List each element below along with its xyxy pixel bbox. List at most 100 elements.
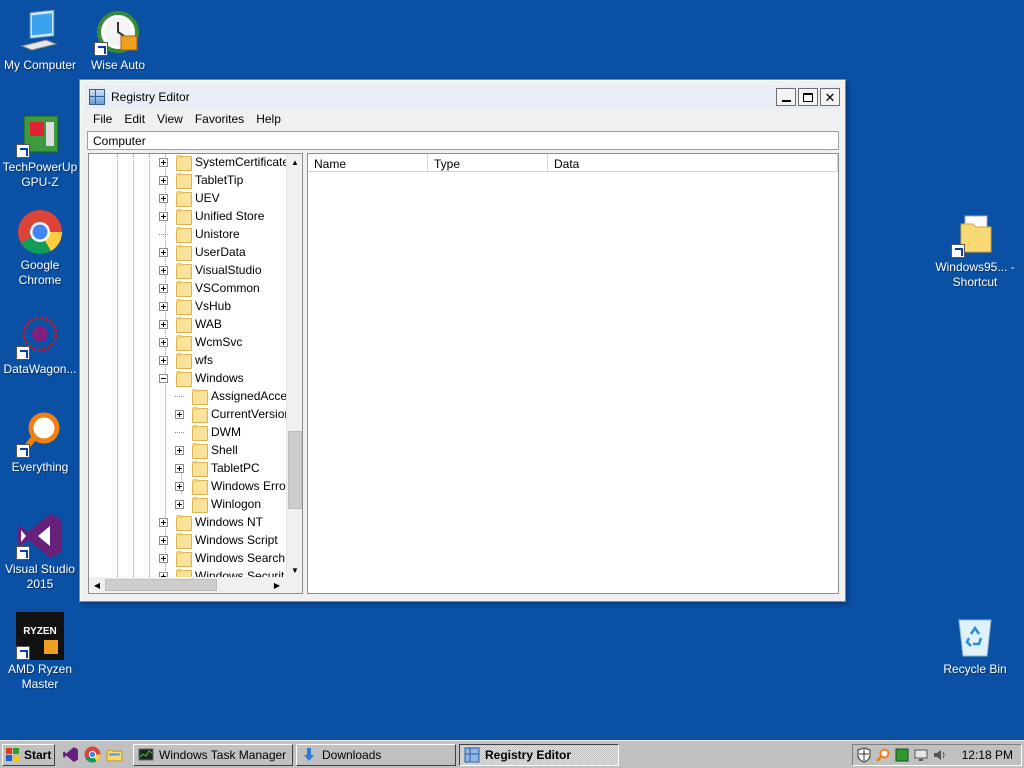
scroll-down-arrow-icon[interactable]: ▼	[287, 562, 302, 578]
tree-node[interactable]: VsHub	[159, 297, 231, 315]
tree-node[interactable]: Windows Script	[159, 531, 278, 549]
column-header-data[interactable]: Data	[548, 154, 838, 171]
desktop-icon-gpu-z[interactable]: TechPowerUp GPU-Z	[0, 110, 80, 190]
menu-edit[interactable]: Edit	[118, 112, 151, 126]
folder-icon	[175, 154, 192, 171]
expand-plus-icon[interactable]	[159, 193, 168, 203]
tree-node[interactable]: Windows Search	[159, 549, 285, 567]
menu-view[interactable]: View	[151, 112, 189, 126]
tree-horizontal-scrollbar[interactable]: ◀ ▶	[89, 577, 302, 593]
task-windows-task-manager[interactable]: Windows Task Manager	[133, 744, 293, 766]
tree-node[interactable]: WcmSvc	[159, 333, 242, 351]
expand-plus-icon[interactable]	[175, 481, 184, 491]
visual-studio-quicklaunch-icon[interactable]	[62, 746, 79, 763]
scroll-right-arrow-icon[interactable]: ▶	[269, 577, 285, 593]
registry-tree-pane[interactable]: SystemCertificate TabletTip UEV Unified Sto…	[88, 153, 303, 594]
tree-node[interactable]: Shell	[175, 441, 238, 459]
desktop-icon-google-chrome[interactable]: Google Chrome	[0, 208, 80, 288]
scroll-left-arrow-icon[interactable]: ◀	[89, 577, 105, 593]
registry-values-pane[interactable]: Name Type Data	[307, 153, 839, 594]
tree-node[interactable]: Windows Error	[175, 477, 288, 495]
tree-node-label: Windows Error	[211, 479, 288, 493]
folder-icon	[191, 496, 208, 513]
close-button[interactable]: ✕	[820, 88, 840, 106]
tree-node[interactable]: Winlogon	[175, 495, 261, 513]
tree-node[interactable]: DWM	[175, 423, 241, 441]
desktop-icon-recycle-bin[interactable]: Recycle Bin	[935, 612, 1015, 677]
desktop-icon-amd-ryzen-master[interactable]: RYZEN AMD Ryzen Master	[0, 612, 80, 692]
tree-node[interactable]: Unistore	[159, 225, 240, 243]
expand-plus-icon[interactable]	[175, 499, 184, 509]
maximize-button[interactable]	[798, 88, 818, 106]
desktop-icon-datawagon[interactable]: DataWagon...	[0, 312, 80, 377]
minimize-button[interactable]	[776, 88, 796, 106]
menu-file[interactable]: File	[87, 112, 118, 126]
expand-plus-icon[interactable]	[159, 247, 168, 257]
expand-plus-icon[interactable]	[159, 337, 168, 347]
tree-node[interactable]: TabletPC	[175, 459, 260, 477]
expand-plus-icon[interactable]	[159, 265, 168, 275]
folder-icon	[175, 190, 192, 207]
title-bar[interactable]: Registry Editor ✕	[85, 85, 840, 109]
desktop-icon-everything[interactable]: Everything	[0, 410, 80, 475]
tree-node[interactable]: UserData	[159, 243, 246, 261]
task-downloads[interactable]: Downloads	[296, 744, 456, 766]
desktop-icon-windows95-shortcut[interactable]: Windows95... - Shortcut	[935, 210, 1015, 290]
column-header-name[interactable]: Name	[308, 154, 428, 171]
registry-editor-window[interactable]: Registry Editor ✕ File Edit View Favorit…	[79, 79, 846, 602]
tree-node[interactable]: Unified Store	[159, 207, 264, 225]
tree-node[interactable]: Windows NT	[159, 513, 263, 531]
task-manager-icon	[138, 748, 154, 761]
tree-node[interactable]: SystemCertificate	[159, 154, 288, 171]
tree-node[interactable]: WAB	[159, 315, 222, 333]
task-registry-editor[interactable]: Registry Editor	[459, 744, 619, 766]
expand-plus-icon[interactable]	[159, 517, 168, 527]
expand-plus-icon[interactable]	[159, 535, 168, 545]
collapse-minus-icon[interactable]	[159, 373, 168, 383]
folder-icon	[175, 316, 192, 333]
expand-plus-icon[interactable]	[175, 445, 184, 455]
scroll-thumb[interactable]	[288, 431, 302, 509]
tree-node[interactable]: TabletTip	[159, 171, 243, 189]
tree-node[interactable]: UEV	[159, 189, 220, 207]
tree-node-label: WAB	[195, 317, 222, 331]
folder-icon	[175, 226, 192, 243]
address-bar[interactable]: Computer	[87, 131, 839, 150]
tree-vertical-scrollbar[interactable]: ▲ ▼	[286, 154, 302, 578]
expand-plus-icon[interactable]	[159, 157, 168, 167]
tree-node[interactable]: wfs	[159, 351, 213, 369]
scroll-thumb[interactable]	[105, 579, 217, 591]
tree-node[interactable]: VSCommon	[159, 279, 260, 297]
folder-quicklaunch-icon[interactable]	[106, 746, 123, 763]
tree-node[interactable]: VisualStudio	[159, 261, 262, 279]
expand-plus-icon[interactable]	[175, 463, 184, 473]
desktop-icon-visual-studio[interactable]: Visual Studio 2015	[0, 512, 80, 592]
expand-plus-icon[interactable]	[175, 409, 184, 419]
volume-icon[interactable]	[932, 747, 948, 763]
expand-plus-icon[interactable]	[159, 211, 168, 221]
tree-node[interactable]: CurrentVersion	[175, 405, 288, 423]
menu-help[interactable]: Help	[250, 112, 287, 126]
search-tray-icon[interactable]	[875, 747, 891, 763]
tree-node[interactable]: Windows	[159, 369, 244, 387]
expand-plus-icon[interactable]	[159, 319, 168, 329]
expand-plus-icon[interactable]	[159, 355, 168, 365]
expand-plus-icon[interactable]	[159, 283, 168, 293]
network-icon[interactable]	[913, 747, 929, 763]
desktop-icon-my-computer[interactable]: My Computer	[0, 8, 80, 73]
clock[interactable]: 12:18 PM	[962, 748, 1013, 762]
expand-plus-icon[interactable]	[159, 175, 168, 185]
shield-icon[interactable]	[856, 747, 872, 763]
tree-node[interactable]: AssignedAcce	[175, 387, 287, 405]
scroll-up-arrow-icon[interactable]: ▲	[287, 154, 302, 170]
expand-plus-icon[interactable]	[159, 553, 168, 563]
chrome-quicklaunch-icon[interactable]	[84, 746, 101, 763]
tree-node-label: Windows NT	[195, 515, 264, 529]
column-header-type[interactable]: Type	[428, 154, 548, 171]
start-label: Start	[24, 748, 52, 762]
start-button[interactable]: Start	[2, 744, 55, 766]
expand-plus-icon[interactable]	[159, 301, 168, 311]
menu-favorites[interactable]: Favorites	[189, 112, 250, 126]
gpu-tray-icon[interactable]	[894, 747, 910, 763]
desktop-icon-wise-auto-shutdown[interactable]: Wise Auto Shutdown	[78, 8, 158, 73]
